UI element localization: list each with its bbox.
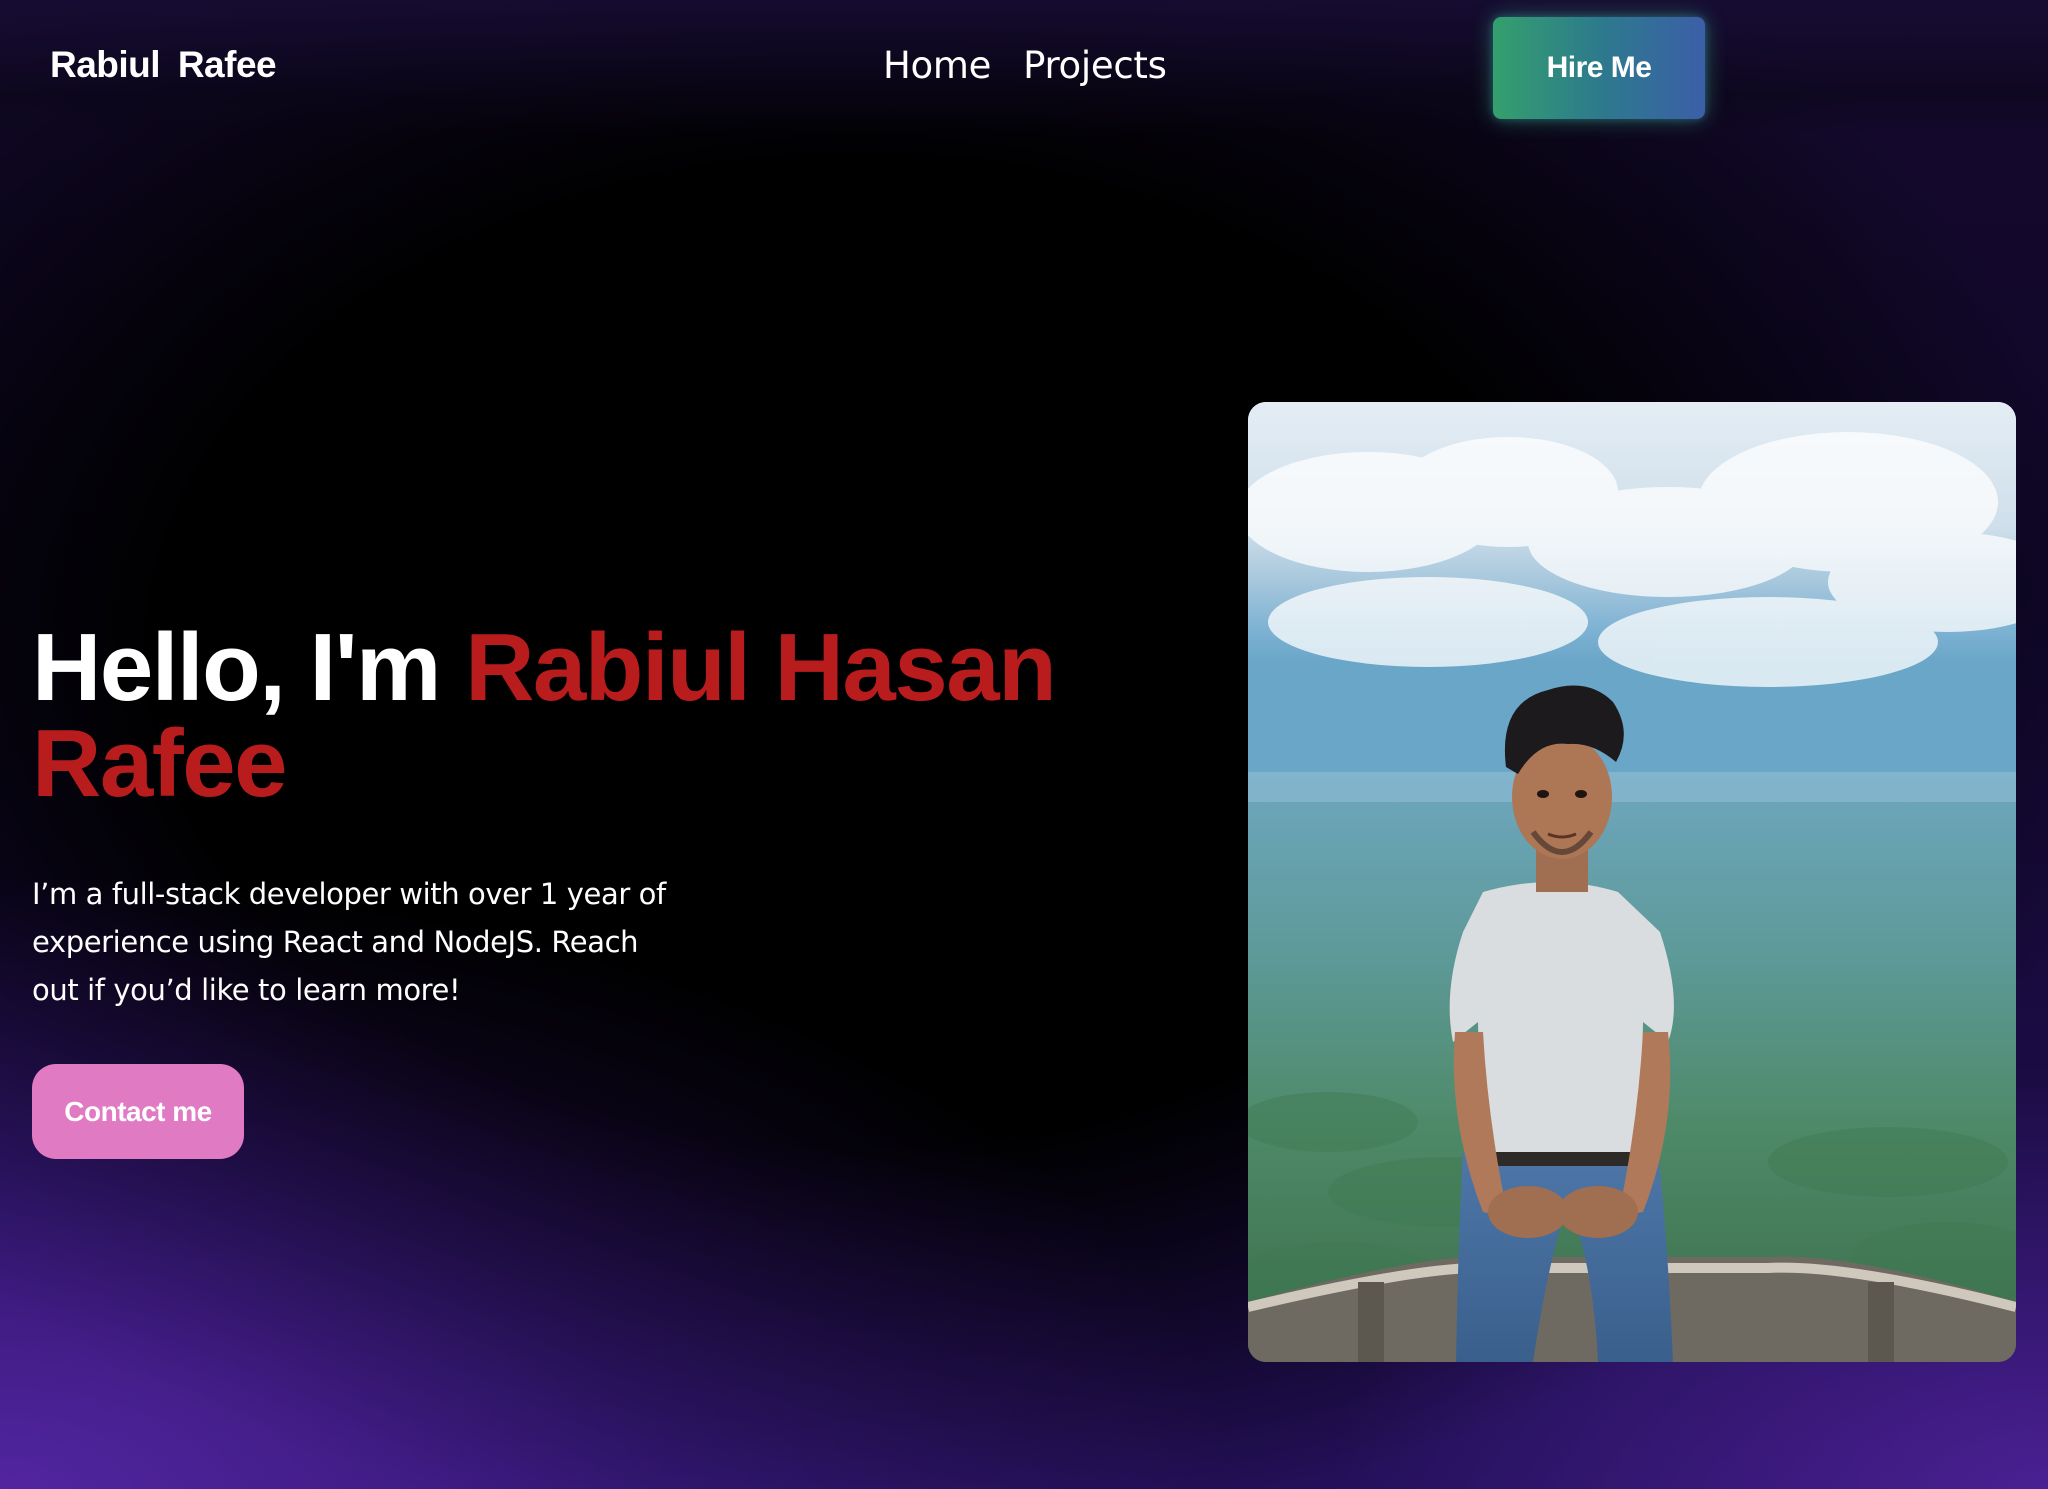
hero-heading: Hello, I'm Rabiul Hasan Rafee <box>32 620 1152 812</box>
hire-me-button[interactable]: Hire Me <box>1493 17 1705 119</box>
top-navbar: Rabiul Rafee Home Projects Hire Me <box>0 0 2048 136</box>
hero-greeting: Hello, I'm <box>32 614 466 721</box>
brand-logo[interactable]: Rabiul Rafee <box>50 44 277 86</box>
hero-section: Hello, I'm Rabiul Hasan Rafee I’m a full… <box>32 620 1152 1159</box>
nav-link-projects[interactable]: Projects <box>1023 44 1167 87</box>
hero-description: I’m a full-stack developer with over 1 y… <box>32 877 666 1007</box>
nav-link-home[interactable]: Home <box>883 44 991 87</box>
profile-photo <box>1248 402 2016 1362</box>
profile-photo-illustration <box>1248 402 2016 1362</box>
contact-me-button[interactable]: Contact me <box>32 1064 244 1159</box>
nav-links: Home Projects <box>883 44 1167 87</box>
